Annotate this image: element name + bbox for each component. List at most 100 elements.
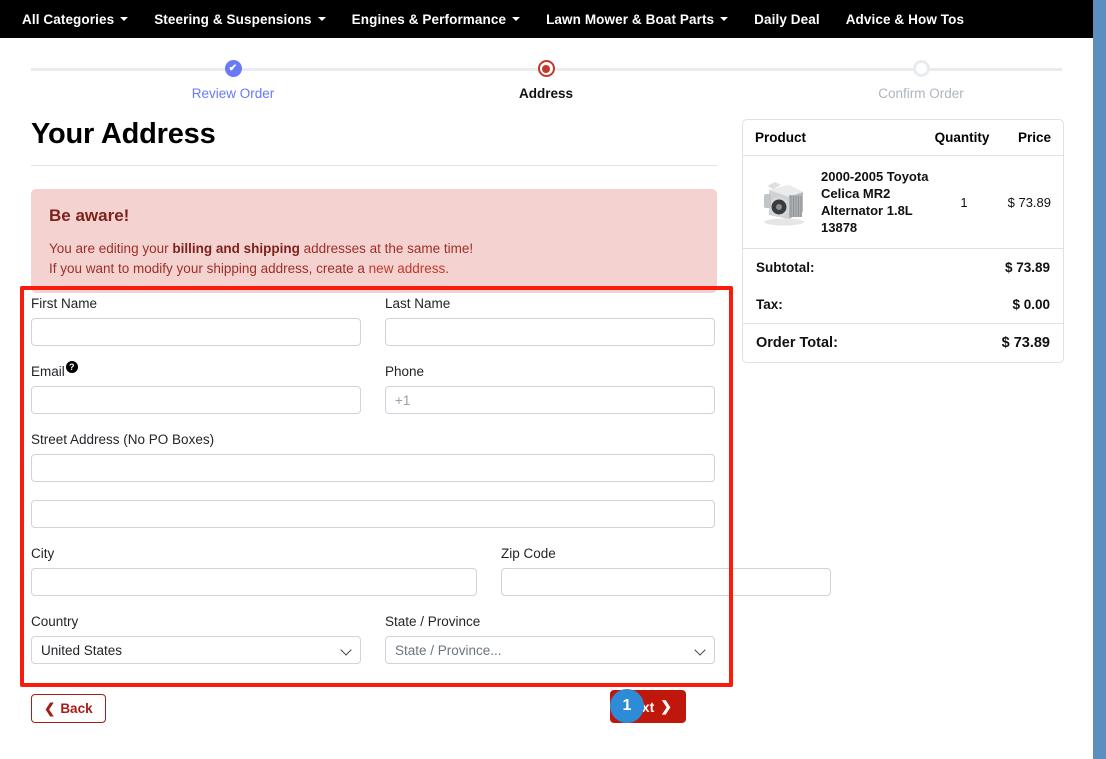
nav-item-daily-deal[interactable]: Daily Deal — [754, 12, 820, 27]
summary-label-tax: Tax: — [756, 297, 783, 312]
address-section: Your Address Be aware! You are editing y… — [31, 118, 717, 293]
summary-row-order-total: Order Total: $ 73.89 — [743, 324, 1063, 362]
field-group-email: Email? — [31, 361, 361, 414]
alert-line-1-bold: billing and shipping — [172, 241, 300, 256]
summary-value-tax: $ 0.00 — [1012, 297, 1050, 312]
city-input[interactable] — [31, 568, 477, 596]
email-label: Email? — [31, 361, 361, 379]
order-summary-header: Product Quantity Price — [743, 120, 1063, 156]
street-address-input[interactable] — [31, 454, 715, 482]
billing-shipping-warning-alert: Be aware! You are editing your billing a… — [31, 189, 717, 293]
email-input[interactable] — [31, 386, 361, 414]
chevron-left-icon: ❮ — [44, 700, 56, 716]
nav-item-label: Steering & Suspensions — [154, 11, 312, 27]
field-group-street-address-2 — [31, 500, 715, 528]
check-circle-icon: ✔ — [224, 60, 242, 77]
chevron-down-icon — [512, 17, 521, 21]
alert-line-2: If you want to modify your shipping addr… — [49, 259, 699, 279]
chevron-down-icon — [120, 17, 129, 21]
last-name-input[interactable] — [385, 318, 715, 346]
checkout-address-page: All Categories Steering & Suspensions En… — [0, 0, 1106, 759]
alert-line-1-pre: You are editing your — [49, 241, 173, 256]
stepper-step-address[interactable]: Address — [446, 56, 646, 101]
main-navigation: All Categories Steering & Suspensions En… — [0, 0, 1093, 38]
alert-line-2-post: . — [445, 261, 449, 276]
nav-item-steering-suspensions[interactable]: Steering & Suspensions — [154, 11, 326, 27]
field-group-zip-code: Zip Code — [501, 546, 831, 596]
stepper-label-address: Address — [518, 86, 574, 101]
phone-label: Phone — [385, 364, 425, 379]
field-group-country: Country United States — [31, 614, 361, 664]
summary-label-order-total: Order Total: — [756, 335, 838, 351]
form-actions: ❮ Back 1 Next ❯ — [31, 689, 717, 726]
alert-title: Be aware! — [49, 206, 130, 225]
column-header-price: Price — [1017, 130, 1051, 145]
nav-item-all-categories[interactable]: All Categories — [22, 11, 129, 27]
stepper-label-review-order: Review Order — [191, 86, 275, 101]
order-summary-panel: Product Quantity Price 2000-2005 Toyota … — [742, 119, 1064, 363]
stepper-label-confirm-order: Confirm Order — [878, 86, 964, 101]
nav-item-label: All Categories — [22, 11, 115, 27]
check-glyph: ✔ — [228, 62, 238, 74]
address-form: First Name Last Name Email? Phone Street… — [31, 296, 831, 682]
country-select[interactable]: United States — [31, 636, 361, 664]
product-name: 2000-2005 Toyota Celica MR2 Alternator 1… — [821, 169, 929, 235]
current-step-dot-icon — [537, 60, 555, 77]
nav-item-advice-how-tos[interactable]: Advice & How Tos — [846, 12, 964, 27]
chevron-down-icon — [720, 17, 729, 21]
street-address-label: Street Address (No PO Boxes) — [31, 432, 215, 447]
page-scrollbar[interactable] — [1093, 0, 1106, 759]
chevron-right-icon: ❯ — [660, 698, 672, 714]
summary-value-subtotal: $ 73.89 — [1004, 260, 1050, 275]
summary-row-tax: Tax: $ 0.00 — [743, 286, 1063, 324]
field-group-state-province: State / Province State / Province... — [385, 614, 715, 664]
summary-label-subtotal: Subtotal: — [756, 260, 815, 275]
product-price: $ 73.89 — [1007, 194, 1051, 210]
order-summary-item: 2000-2005 Toyota Celica MR2 Alternator 1… — [743, 156, 1063, 249]
alert-line-1: You are editing your billing and shippin… — [49, 239, 699, 259]
phone-input[interactable] — [385, 386, 715, 414]
new-address-link[interactable]: new address — [369, 261, 446, 276]
back-button[interactable]: ❮ Back — [31, 694, 106, 723]
nav-item-label: Daily Deal — [754, 11, 820, 27]
zip-code-input[interactable] — [501, 568, 831, 596]
page-title: Your Address — [31, 118, 717, 166]
empty-circle-icon — [912, 60, 930, 77]
field-group-city: City — [31, 546, 477, 596]
first-name-input[interactable] — [31, 318, 361, 346]
country-select-wrapper: United States — [31, 636, 361, 664]
alert-line-1-post: addresses at the same time! — [299, 241, 474, 256]
city-label: City — [31, 546, 55, 561]
last-name-label: Last Name — [385, 296, 451, 311]
chevron-down-icon — [317, 17, 326, 21]
field-group-last-name: Last Name — [385, 296, 715, 346]
field-group-street-address: Street Address (No PO Boxes) — [31, 432, 715, 482]
product-quantity: 1 — [960, 194, 968, 210]
email-label-text: Email — [31, 364, 65, 379]
column-header-quantity: Quantity — [934, 130, 990, 145]
nav-item-label: Advice & How Tos — [845, 11, 965, 27]
state-province-label: State / Province — [385, 614, 481, 629]
summary-row-subtotal: Subtotal: $ 73.89 — [743, 249, 1063, 286]
nav-item-label: Engines & Performance — [351, 11, 507, 27]
stepper-step-confirm-order[interactable]: Confirm Order — [821, 56, 1021, 101]
field-group-phone: Phone — [385, 364, 715, 414]
product-thumbnail — [755, 176, 811, 228]
country-label: Country — [31, 614, 79, 629]
street-address-2-input[interactable] — [31, 500, 715, 528]
nav-item-lawn-mower-boat-parts[interactable]: Lawn Mower & Boat Parts — [546, 11, 729, 27]
step-number-badge: 1 — [610, 689, 644, 723]
state-select-wrapper: State / Province... — [385, 636, 715, 664]
help-icon[interactable]: ? — [65, 361, 78, 373]
summary-value-order-total: $ 73.89 — [1001, 335, 1050, 351]
state-province-select[interactable]: State / Province... — [385, 636, 715, 664]
nav-item-engines-performance[interactable]: Engines & Performance — [351, 11, 521, 27]
zip-code-label: Zip Code — [501, 546, 556, 561]
back-button-label: Back — [60, 701, 93, 716]
column-header-product: Product — [755, 130, 807, 145]
stepper-step-review-order[interactable]: ✔ Review Order — [133, 56, 333, 101]
nav-item-label: Lawn Mower & Boat Parts — [546, 11, 715, 27]
alert-line-2-pre: If you want to modify your shipping addr… — [49, 261, 369, 276]
field-group-first-name: First Name — [31, 296, 361, 346]
first-name-label: First Name — [31, 296, 98, 311]
